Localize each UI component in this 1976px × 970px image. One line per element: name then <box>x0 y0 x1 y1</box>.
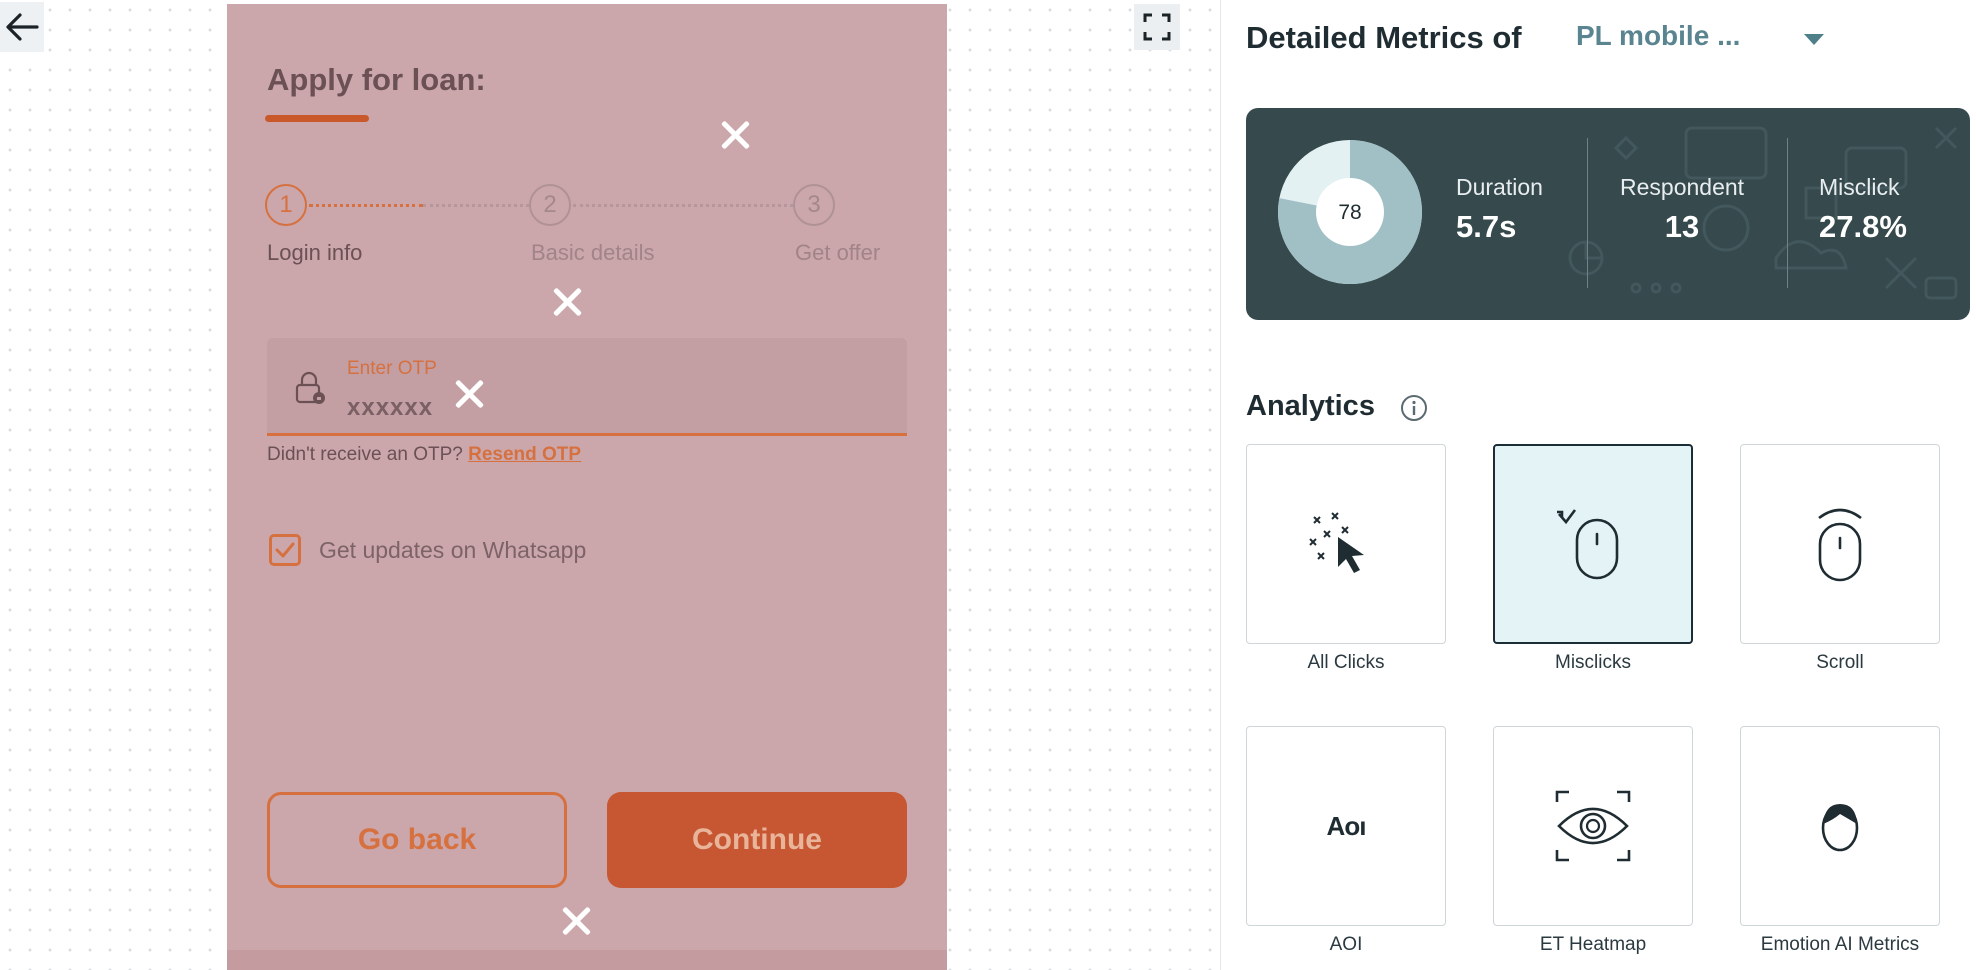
step-3-label: Get offer <box>795 240 881 265</box>
analytics-heading: Analytics <box>1246 390 1375 422</box>
lock-icon <box>295 371 325 404</box>
respondent-metric: Respondent 13 <box>1620 174 1744 245</box>
resend-row: Didn't receive an OTP? Resend OTP <box>267 444 581 466</box>
mouse-scroll-icon <box>1818 508 1862 582</box>
phone-bottom-bar <box>227 950 947 970</box>
tile-et-heatmap-label: ET Heatmap <box>1539 934 1647 955</box>
respondent-value: 13 <box>1664 209 1700 244</box>
resend-otp-link[interactable]: Resend OTP <box>468 444 581 465</box>
misclick-label: Misclick <box>1819 174 1900 200</box>
duration-metric: Duration 5.7s <box>1456 174 1543 245</box>
tile-et-heatmap[interactable] <box>1493 726 1693 926</box>
score-donut: 78 <box>1278 140 1422 284</box>
metrics-panel: Detailed Metrics of PL mobile ... 78 Dur… <box>1246 0 1976 970</box>
continue-button[interactable]: Continue <box>607 792 907 888</box>
tile-all-clicks-label: All Clicks <box>1307 652 1385 673</box>
step-1-label: Login info <box>267 240 363 265</box>
metrics-heading: Detailed Metrics of <box>1246 20 1522 55</box>
arrow-left-icon <box>6 13 39 41</box>
metrics-summary-card: 78 Duration 5.7s Respondent 13 Misclick … <box>1246 108 1970 320</box>
tile-aoi[interactable]: Aoı <box>1246 726 1446 926</box>
panel-divider <box>1220 0 1221 970</box>
misclick-metric: Misclick 27.8% <box>1819 174 1907 245</box>
whatsapp-opt-in: Get updates on Whatsapp <box>269 534 586 566</box>
checkmark-icon <box>275 542 295 558</box>
face-icon <box>1821 804 1859 852</box>
whatsapp-checkbox[interactable] <box>269 534 301 566</box>
title-underline <box>265 115 369 122</box>
fullscreen-icon <box>1143 13 1171 41</box>
tile-scroll[interactable] <box>1740 444 1940 644</box>
misclick-marker <box>720 120 750 150</box>
go-back-button[interactable]: Go back <box>267 792 567 888</box>
eye-tracking-icon <box>1555 790 1631 862</box>
otp-field[interactable]: Enter OTP xxxxxx <box>267 338 907 436</box>
step-connector-1b <box>423 204 529 207</box>
whatsapp-label: Get updates on Whatsapp <box>319 536 587 563</box>
tile-all-clicks[interactable] <box>1246 444 1446 644</box>
duration-value: 5.7s <box>1456 209 1517 244</box>
step-connector-2 <box>573 204 793 207</box>
tile-misclicks-label: Misclicks <box>1555 652 1631 673</box>
otp-value: xxxxxx <box>347 394 434 421</box>
prototype-screen: Apply for loan: 1 2 3 Login info Basic d… <box>227 4 947 970</box>
mouse-misclick-icon <box>1557 509 1619 580</box>
misclick-marker <box>552 287 582 317</box>
duration-label: Duration <box>1456 174 1543 200</box>
fullscreen-button[interactable] <box>1134 4 1180 50</box>
metric-separator <box>1587 138 1588 288</box>
info-icon[interactable] <box>1400 394 1428 422</box>
respondent-label: Respondent <box>1620 174 1745 200</box>
tile-misclicks[interactable] <box>1493 444 1693 644</box>
prototype-canvas: Apply for loan: 1 2 3 Login info Basic d… <box>0 0 1220 970</box>
tile-emotion-ai-label: Emotion AI Metrics <box>1760 934 1920 955</box>
caret-down-icon[interactable] <box>1804 34 1824 45</box>
step-1-circle: 1 <box>265 184 307 226</box>
aoi-icon: Aoı <box>1326 810 1367 841</box>
score-value: 78 <box>1338 201 1361 224</box>
misclick-value: 27.8% <box>1819 209 1907 244</box>
tile-scroll-label: Scroll <box>1816 652 1864 673</box>
app-root: Apply for loan: 1 2 3 Login info Basic d… <box>0 0 1976 970</box>
step-2-circle: 2 <box>529 184 571 226</box>
task-select[interactable]: PL mobile ... <box>1576 20 1740 52</box>
cursor-clicks-icon <box>1309 512 1364 573</box>
step-2-label: Basic details <box>531 240 655 265</box>
resend-prompt: Didn't receive an OTP? <box>267 444 463 465</box>
page-title: Apply for loan: <box>267 62 486 97</box>
misclick-marker <box>561 906 591 936</box>
step-3-circle: 3 <box>793 184 835 226</box>
step-connector-1a <box>309 204 423 207</box>
tile-aoi-label: AOI <box>1329 934 1363 955</box>
misclick-marker <box>454 379 484 409</box>
metric-separator <box>1787 138 1788 288</box>
tile-emotion-ai[interactable] <box>1740 726 1940 926</box>
otp-label: Enter OTP <box>347 358 437 379</box>
back-button[interactable] <box>0 2 44 52</box>
